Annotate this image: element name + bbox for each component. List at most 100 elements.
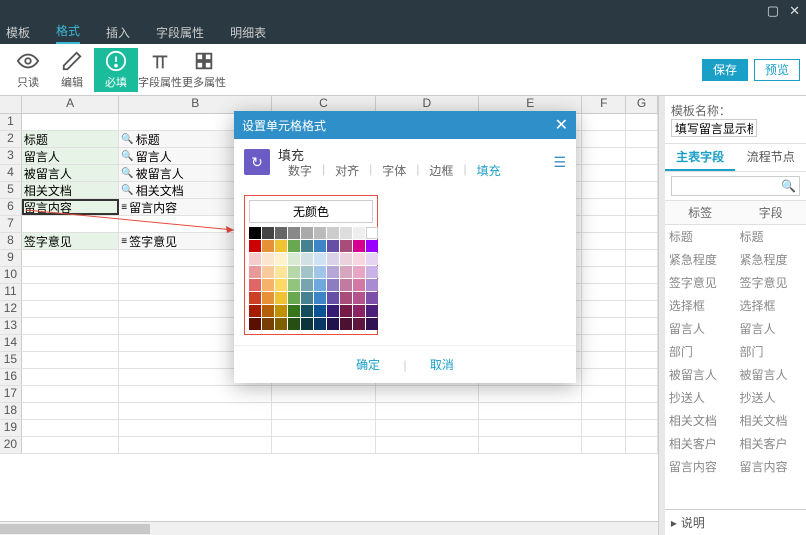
cell-F20[interactable] (582, 437, 626, 453)
color-swatch[interactable] (366, 253, 378, 265)
tool-pencil[interactable]: 编辑 (50, 48, 94, 92)
color-swatch[interactable] (249, 292, 261, 304)
col-header-G[interactable]: G (626, 96, 658, 113)
color-swatch[interactable] (340, 253, 352, 265)
cell-G13[interactable] (626, 318, 658, 334)
cell-A7[interactable] (22, 216, 119, 232)
cell-G17[interactable] (626, 386, 658, 402)
color-swatch[interactable] (249, 227, 261, 239)
cell-D18[interactable] (376, 403, 479, 419)
menu-明细表[interactable]: 明细表 (230, 24, 266, 44)
cell-F18[interactable] (582, 403, 626, 419)
row-header[interactable]: 4 (0, 165, 22, 181)
color-swatch[interactable] (262, 305, 274, 317)
horizontal-scrollbar[interactable] (0, 521, 658, 535)
cell-C19[interactable] (272, 420, 375, 436)
row-header[interactable]: 12 (0, 301, 22, 317)
color-swatch[interactable] (340, 227, 352, 239)
color-swatch[interactable] (249, 305, 261, 317)
color-swatch[interactable] (314, 318, 326, 330)
color-swatch[interactable] (288, 266, 300, 278)
cell-G19[interactable] (626, 420, 658, 436)
color-swatch[interactable] (314, 305, 326, 317)
field-name[interactable]: 抄送人 (735, 386, 806, 409)
row-header[interactable]: 3 (0, 148, 22, 164)
color-swatch[interactable] (327, 227, 339, 239)
color-swatch[interactable] (288, 318, 300, 330)
field-name[interactable]: 紧急程度 (735, 248, 806, 271)
color-swatch[interactable] (275, 266, 287, 278)
color-swatch[interactable] (301, 292, 313, 304)
cell-F5[interactable] (582, 182, 626, 198)
cell-F16[interactable] (582, 369, 626, 385)
color-swatch[interactable] (366, 305, 378, 317)
color-swatch[interactable] (314, 292, 326, 304)
color-swatch[interactable] (249, 266, 261, 278)
color-swatch[interactable] (288, 279, 300, 291)
tab-main-fields[interactable]: 主表字段 (665, 144, 736, 171)
cell-A18[interactable] (22, 403, 119, 419)
color-swatch[interactable] (314, 227, 326, 239)
row-header[interactable]: 15 (0, 352, 22, 368)
cell-A4[interactable]: 被留言人 (22, 165, 119, 181)
color-swatch[interactable] (366, 240, 378, 252)
cell-F2[interactable] (582, 131, 626, 147)
field-label[interactable]: 留言人 (665, 317, 736, 340)
cell-E19[interactable] (479, 420, 582, 436)
no-color-button[interactable]: 无颜色 (249, 200, 373, 223)
cell-F6[interactable] (582, 199, 626, 215)
cell-B19[interactable] (119, 420, 272, 436)
dialog-close-icon[interactable]: ✕ (555, 115, 568, 135)
cell-F4[interactable] (582, 165, 626, 181)
color-swatch[interactable] (275, 253, 287, 265)
color-swatch[interactable] (275, 292, 287, 304)
cell-F13[interactable] (582, 318, 626, 334)
cell-G8[interactable] (626, 233, 658, 249)
cell-G5[interactable] (626, 182, 658, 198)
field-name[interactable]: 留言人 (735, 317, 806, 340)
cell-G6[interactable] (626, 199, 658, 215)
field-name[interactable]: 标题 (735, 225, 806, 248)
cell-G1[interactable] (626, 114, 658, 130)
color-swatch[interactable] (353, 253, 365, 265)
row-header[interactable]: 9 (0, 250, 22, 266)
color-swatch[interactable] (249, 318, 261, 330)
color-swatch[interactable] (301, 266, 313, 278)
cell-B17[interactable] (119, 386, 272, 402)
preview-button[interactable]: 预览 (754, 59, 800, 81)
menu-插入[interactable]: 插入 (106, 24, 130, 44)
cell-F7[interactable] (582, 216, 626, 232)
cell-G3[interactable] (626, 148, 658, 164)
field-label[interactable]: 紧急程度 (665, 248, 736, 271)
tool-tprops[interactable]: 字段属性 (138, 48, 182, 92)
color-swatch[interactable] (275, 279, 287, 291)
color-swatch[interactable] (340, 279, 352, 291)
cell-A14[interactable] (22, 335, 119, 351)
field-label[interactable]: 相关客户 (665, 432, 736, 455)
color-swatch[interactable] (366, 292, 378, 304)
cell-G15[interactable] (626, 352, 658, 368)
row-header[interactable]: 6 (0, 199, 22, 215)
color-swatch[interactable] (249, 240, 261, 252)
cell-G16[interactable] (626, 369, 658, 385)
color-swatch[interactable] (301, 318, 313, 330)
cell-G12[interactable] (626, 301, 658, 317)
cell-A3[interactable]: 留言人 (22, 148, 119, 164)
dialog-tab-对齐[interactable]: 对齐 (335, 162, 359, 179)
cell-A20[interactable] (22, 437, 119, 453)
color-swatch[interactable] (366, 318, 378, 330)
ok-button[interactable]: 确定 (356, 358, 380, 372)
cell-A11[interactable] (22, 284, 119, 300)
menu-格式[interactable]: 格式 (56, 22, 80, 44)
color-swatch[interactable] (314, 266, 326, 278)
close-button[interactable]: ✕ (789, 3, 800, 19)
field-label[interactable]: 相关文档 (665, 409, 736, 432)
color-swatch[interactable] (301, 227, 313, 239)
cell-A16[interactable] (22, 369, 119, 385)
color-swatch[interactable] (340, 240, 352, 252)
cell-A6[interactable]: 留言内容 (22, 199, 119, 215)
expand-icon[interactable]: ▸ (671, 516, 677, 530)
cell-D20[interactable] (376, 437, 479, 453)
row-header[interactable]: 19 (0, 420, 22, 436)
field-label[interactable]: 抄送人 (665, 386, 736, 409)
